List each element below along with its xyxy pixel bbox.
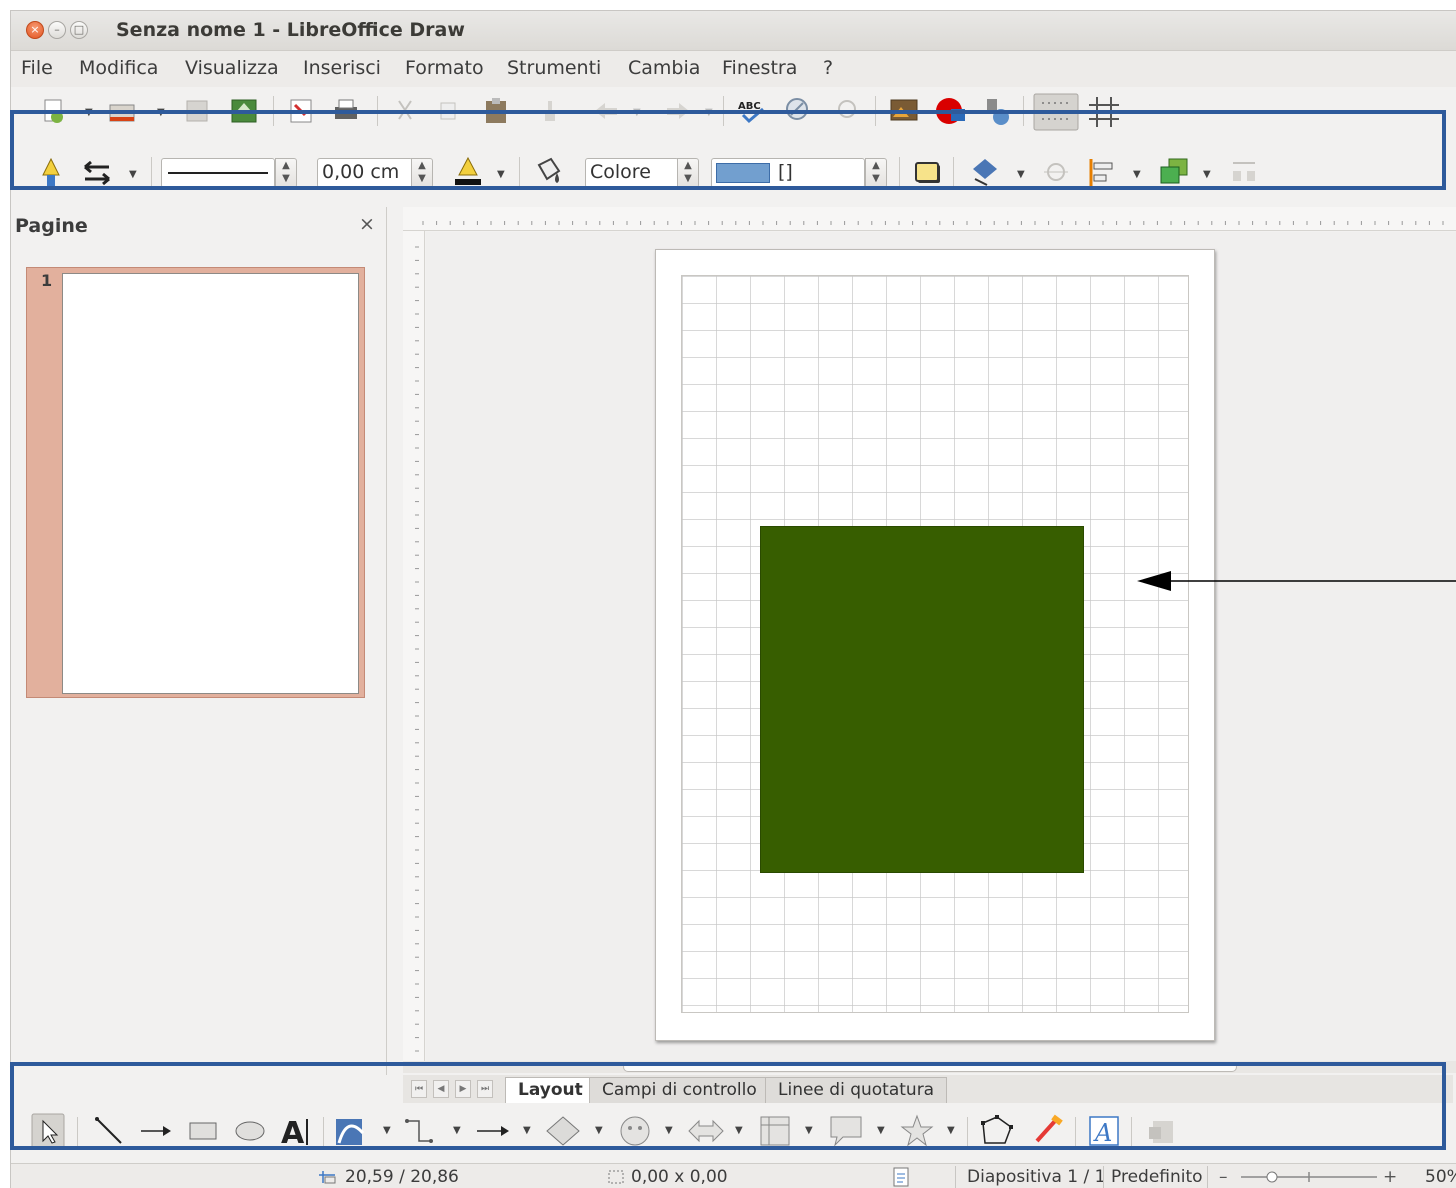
zoom-in-button[interactable]: + (1383, 1167, 1397, 1187)
horizontal-ruler[interactable] (403, 207, 1456, 231)
zoom-out-button[interactable]: – (1219, 1167, 1228, 1187)
size-icon (608, 1170, 624, 1184)
toolbar-highlight-frame (10, 110, 1446, 190)
menu-file[interactable]: File (21, 57, 53, 79)
minimize-window-button[interactable]: – (48, 21, 66, 39)
status-master-page: Predefinito (1111, 1167, 1203, 1187)
close-panel-button[interactable]: × (359, 213, 375, 235)
annotation-arrow-icon (1137, 571, 1456, 591)
page-thumbnail-number: 1 (41, 271, 53, 290)
menu-bar: File Modifica Visualizza Inserisci Forma… (11, 51, 1456, 87)
drawing-canvas[interactable] (426, 232, 1456, 1068)
status-position: 20,59 / 20,86 (345, 1167, 459, 1187)
menu-formato[interactable]: Formato (405, 57, 484, 79)
status-zoom-level[interactable]: 50% (1425, 1167, 1456, 1187)
menu-cambia[interactable]: Cambia (628, 57, 700, 79)
menu-visualizza[interactable]: Visualizza (185, 57, 279, 79)
status-separator (1103, 1166, 1104, 1188)
menu-strumenti[interactable]: Strumenti (507, 57, 601, 79)
green-rectangle-shape[interactable] (760, 526, 1084, 873)
title-bar: × – □ Senza nome 1 - LibreOffice Draw (11, 11, 1456, 51)
menu-modifica[interactable]: Modifica (79, 57, 158, 79)
status-slide: Diapositiva 1 / 1 (967, 1167, 1106, 1187)
maximize-window-button[interactable]: □ (70, 21, 88, 39)
drawing-page[interactable] (655, 249, 1215, 1041)
document-modified-icon[interactable] (891, 1167, 911, 1187)
window-title: Senza nome 1 - LibreOffice Draw (116, 19, 465, 41)
menu-help[interactable]: ? (823, 57, 833, 79)
vertical-ruler[interactable] (403, 231, 425, 1071)
pages-panel: Pagine × 1 (11, 207, 387, 1075)
status-bar: 20,59 / 20,86 0,00 x 0,00 Diapositiva 1 … (11, 1163, 1456, 1188)
status-separator (1207, 1166, 1208, 1188)
zoom-slider[interactable] (1239, 1168, 1379, 1186)
page-thumbnail[interactable] (62, 273, 359, 694)
drawing-toolbar-highlight-frame (10, 1062, 1446, 1150)
menu-finestra[interactable]: Finestra (722, 57, 797, 79)
status-size: 0,00 x 0,00 (631, 1167, 728, 1187)
position-icon (319, 1171, 336, 1184)
pages-panel-title: Pagine (15, 215, 88, 237)
close-window-button[interactable]: × (26, 21, 44, 39)
menu-inserisci[interactable]: Inserisci (303, 57, 381, 79)
status-separator (955, 1166, 956, 1188)
